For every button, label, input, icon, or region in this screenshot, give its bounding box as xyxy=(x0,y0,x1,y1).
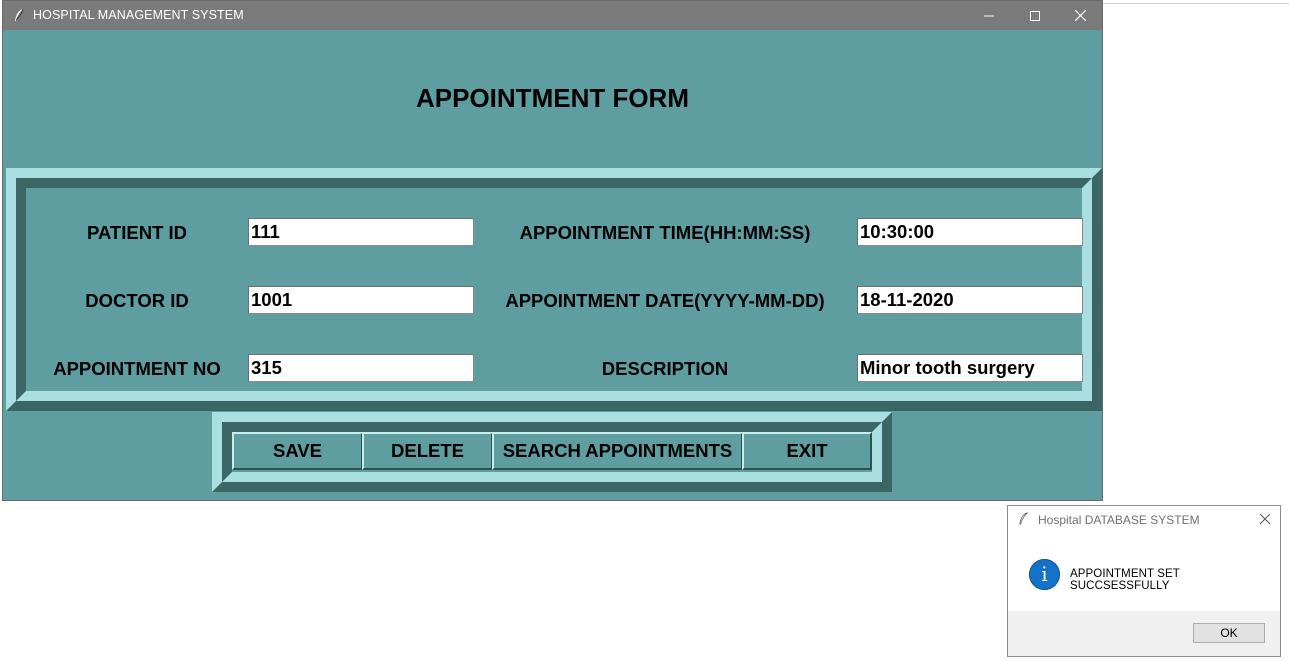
form-title: APPOINTMENT FORM xyxy=(416,83,689,113)
appointment-time-label: APPOINTMENT TIME(HH:MM:SS) xyxy=(519,222,811,243)
description-label: DESCRIPTION xyxy=(601,358,729,379)
button-panel: SAVE DELETE SEARCH APPOINTMENTS EXIT xyxy=(212,412,892,492)
background-window-edge xyxy=(1103,3,1289,4)
feather-icon xyxy=(15,8,24,21)
appointment-no-input[interactable] xyxy=(248,354,474,382)
dialog-footer: OK xyxy=(1008,611,1280,656)
form-panel: PATIENT ID DOCTOR ID APPOINTMENT NO APPO… xyxy=(6,168,1102,411)
main-window: HOSPITAL MANAGEMENT SYSTEM APPOINTMENT F… xyxy=(2,0,1103,501)
title-bar[interactable]: HOSPITAL MANAGEMENT SYSTEM xyxy=(3,1,1102,30)
dialog-title: Hospital DATABASE SYSTEM xyxy=(1038,513,1200,527)
doctor-id-label: DOCTOR ID xyxy=(85,290,189,311)
doctor-id-input[interactable] xyxy=(248,286,474,314)
maximize-icon xyxy=(1030,10,1040,21)
patient-id-input[interactable] xyxy=(248,218,474,246)
delete-button[interactable]: DELETE xyxy=(362,432,493,470)
minimize-button[interactable] xyxy=(966,1,1012,30)
appointment-no-label: APPOINTMENT NO xyxy=(53,358,221,379)
info-icon: i xyxy=(1029,559,1060,590)
exit-button[interactable]: EXIT xyxy=(742,432,872,470)
appointment-time-input[interactable] xyxy=(857,218,1083,246)
window-title: HOSPITAL MANAGEMENT SYSTEM xyxy=(33,8,244,22)
appointment-date-input[interactable] xyxy=(857,286,1083,314)
description-input[interactable] xyxy=(857,354,1083,382)
save-button[interactable]: SAVE xyxy=(232,432,363,470)
search-appointments-button[interactable]: SEARCH APPOINTMENTS xyxy=(492,432,743,470)
maximize-button[interactable] xyxy=(1012,1,1058,30)
appointment-date-label: APPOINTMENT DATE(YYYY-MM-DD) xyxy=(505,290,825,311)
feather-icon xyxy=(1019,512,1029,525)
minimize-icon xyxy=(984,15,994,16)
dialog-message: APPOINTMENT SET SUCCSESSFULLY xyxy=(1070,568,1180,592)
patient-id-label: PATIENT ID xyxy=(86,222,188,243)
close-button[interactable] xyxy=(1057,1,1103,30)
ok-button[interactable]: OK xyxy=(1193,623,1265,643)
close-icon xyxy=(1074,10,1086,21)
close-icon[interactable] xyxy=(1258,512,1272,526)
message-dialog: Hospital DATABASE SYSTEM i APPOINTMENT S… xyxy=(1007,505,1281,657)
